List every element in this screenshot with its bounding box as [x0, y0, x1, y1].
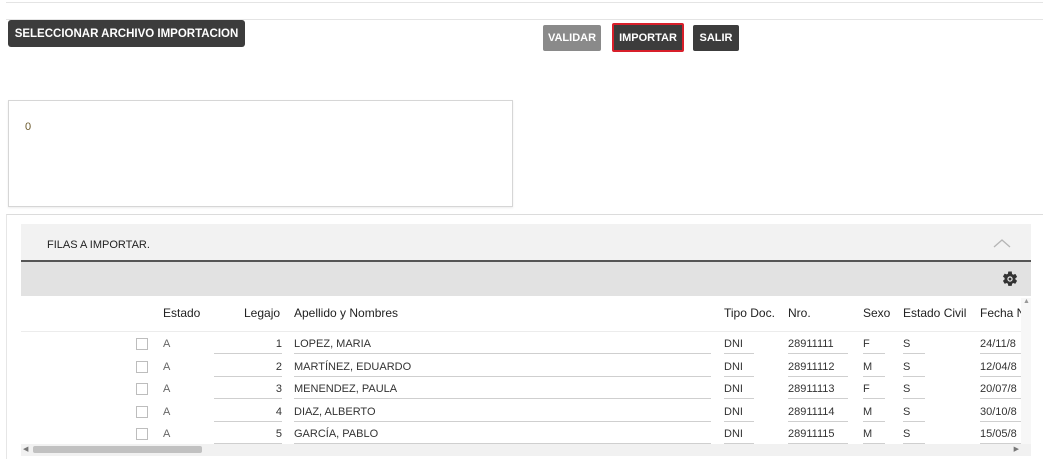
cell-apellido-nombres[interactable]: LOPEZ, MARIA: [294, 335, 711, 354]
cell-fecha-nacimiento[interactable]: 20/07/8: [980, 380, 1021, 399]
col-header-fecha-nacimiento[interactable]: Fecha N: [980, 306, 1021, 320]
cell-tipo-doc[interactable]: DNI: [724, 335, 754, 354]
cell-estado: A: [163, 383, 171, 395]
col-header-legajo[interactable]: Legajo: [244, 306, 280, 320]
table-row[interactable]: A 3 MENENDEZ, PAULA DNI 28911113 F S 20/07/8: [21, 380, 1021, 400]
table-row[interactable]: A 4 DIAZ, ALBERTO DNI 28911114 M S 30/10/8: [21, 403, 1021, 423]
cell-tipo-doc[interactable]: DNI: [724, 358, 754, 377]
validate-button[interactable]: VALIDAR: [543, 25, 601, 51]
top-divider: [6, 2, 1043, 20]
cell-apellido-nombres[interactable]: DIAZ, ALBERTO: [294, 403, 711, 422]
cell-estado-civil[interactable]: S: [903, 403, 925, 422]
row-checkbox[interactable]: [136, 405, 148, 418]
col-header-nro[interactable]: Nro.: [788, 306, 811, 320]
cell-apellido-nombres[interactable]: GARCÍA, PABLO: [294, 425, 711, 444]
cell-sexo[interactable]: M: [863, 403, 885, 422]
exit-button[interactable]: SALIR: [693, 25, 739, 51]
cell-legajo[interactable]: 1: [214, 335, 282, 354]
cell-nro[interactable]: 28911113: [788, 380, 848, 399]
cell-apellido-nombres[interactable]: MENENDEZ, PAULA: [294, 380, 711, 399]
cell-estado: A: [163, 338, 171, 350]
rows-panel-title: FILAS A IMPORTAR.: [47, 239, 150, 251]
cell-tipo-doc[interactable]: DNI: [724, 425, 754, 444]
cell-legajo[interactable]: 2: [214, 358, 282, 377]
chevron-up-icon[interactable]: [993, 236, 1011, 250]
col-header-sexo[interactable]: Sexo: [863, 306, 890, 320]
vertical-scrollbar[interactable]: ▲: [1021, 298, 1031, 444]
col-header-apellido-nombres[interactable]: Apellido y Nombres: [294, 306, 398, 320]
cell-estado-civil[interactable]: S: [903, 425, 925, 444]
cell-nro[interactable]: 28911115: [788, 425, 848, 444]
cell-sexo[interactable]: M: [863, 358, 885, 377]
import-button[interactable]: IMPORTAR: [612, 23, 684, 52]
col-header-estado[interactable]: Estado: [163, 306, 200, 320]
cell-sexo[interactable]: F: [863, 335, 885, 354]
cell-fecha-nacimiento[interactable]: 30/10/8: [980, 403, 1021, 422]
cell-sexo[interactable]: M: [863, 425, 885, 444]
table-row[interactable]: A 1 LOPEZ, MARIA DNI 28911111 F S 24/11/8: [21, 335, 1021, 355]
cell-estado-civil[interactable]: S: [903, 380, 925, 399]
cell-sexo[interactable]: F: [863, 380, 885, 399]
cell-tipo-doc[interactable]: DNI: [724, 380, 754, 399]
col-header-estado-civil[interactable]: Estado Civil: [903, 306, 966, 320]
col-header-tipo-doc[interactable]: Tipo Doc.: [724, 306, 775, 320]
select-import-file-button[interactable]: SELECCIONAR ARCHIVO IMPORTACION: [8, 20, 245, 47]
cell-nro[interactable]: 28911111: [788, 335, 848, 354]
scroll-right-icon[interactable]: ▶: [1014, 445, 1019, 453]
cell-estado-civil[interactable]: S: [903, 335, 925, 354]
scroll-left-icon[interactable]: ◀: [23, 445, 28, 453]
import-log-text: 0: [25, 121, 32, 133]
header-divider: [21, 331, 1021, 332]
cell-nro[interactable]: 28911112: [788, 358, 848, 377]
cell-estado: A: [163, 428, 171, 440]
row-checkbox[interactable]: [136, 360, 148, 373]
horizontal-scrollbar[interactable]: ◀ ▶: [21, 444, 1031, 456]
cell-nro[interactable]: 28911114: [788, 403, 848, 422]
scroll-up-icon[interactable]: ▲: [1023, 298, 1030, 305]
import-log-box: 0: [8, 100, 513, 207]
cell-fecha-nacimiento[interactable]: 24/11/8: [980, 335, 1021, 354]
cell-fecha-nacimiento[interactable]: 15/05/8: [980, 425, 1021, 444]
gear-icon[interactable]: [1001, 270, 1019, 288]
rows-panel-header[interactable]: FILAS A IMPORTAR.: [21, 224, 1031, 262]
cell-legajo[interactable]: 5: [214, 425, 282, 444]
cell-tipo-doc[interactable]: DNI: [724, 403, 754, 422]
table-row[interactable]: A 2 MARTÍNEZ, EDUARDO DNI 28911112 M S 12/04/8: [21, 358, 1021, 378]
cell-estado-civil[interactable]: S: [903, 358, 925, 377]
row-checkbox[interactable]: [136, 428, 148, 440]
cell-legajo[interactable]: 3: [214, 380, 282, 399]
horizontal-scroll-thumb[interactable]: [33, 446, 202, 453]
cell-legajo[interactable]: 4: [214, 403, 282, 422]
cell-fecha-nacimiento[interactable]: 12/04/8: [980, 358, 1021, 377]
row-checkbox[interactable]: [136, 338, 148, 350]
row-checkbox[interactable]: [136, 383, 148, 395]
table-row[interactable]: A 5 GARCÍA, PABLO DNI 28911115 M S 15/05/8: [21, 425, 1021, 444]
import-rows-table: Estado Legajo Apellido y Nombres Tipo Do…: [21, 298, 1021, 444]
cell-estado: A: [163, 405, 171, 418]
grid-toolbar: [21, 262, 1031, 296]
cell-apellido-nombres[interactable]: MARTÍNEZ, EDUARDO: [294, 358, 711, 377]
cell-estado: A: [163, 360, 171, 373]
